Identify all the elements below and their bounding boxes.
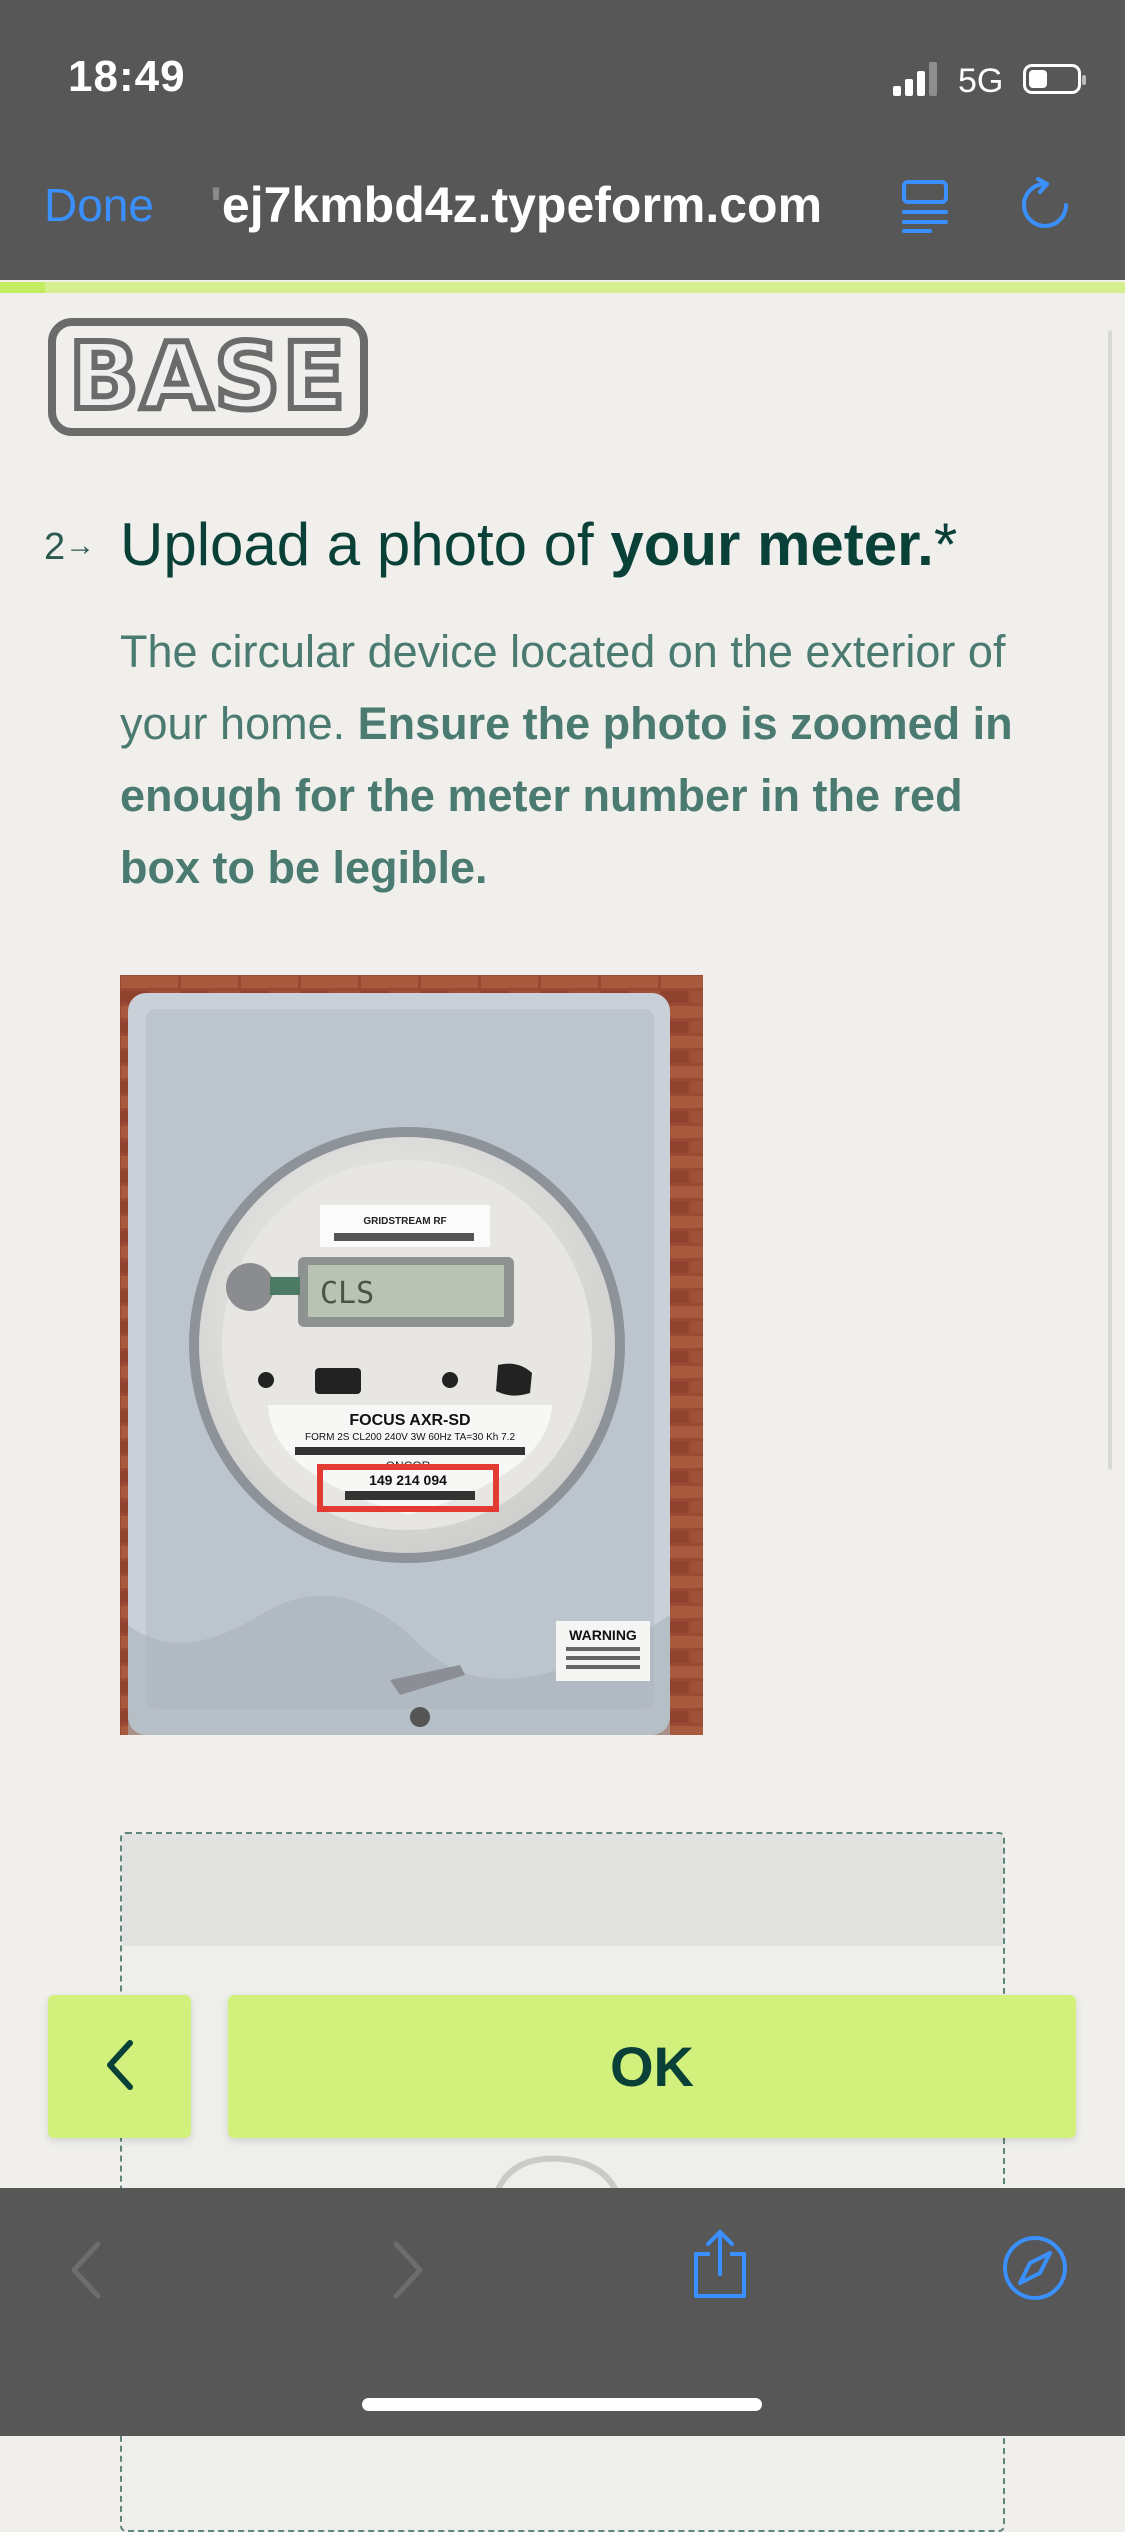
question-description: The circular device located on the exter… — [120, 616, 1020, 904]
status-bar: 18:49 5G — [0, 0, 1125, 150]
meter-number: 149 214 094 — [369, 1472, 447, 1488]
status-time: 18:49 — [68, 52, 186, 101]
chevron-left-icon — [106, 2040, 133, 2090]
ok-button[interactable]: OK — [228, 1995, 1076, 2138]
form-progress-bar — [0, 282, 1125, 293]
warning-sticker: WARNING — [569, 1627, 637, 1643]
meter-brand: GRIDSTREAM RF — [363, 1216, 446, 1227]
url-truncated-prefix: ' — [210, 177, 222, 233]
network-type: 5G — [958, 62, 1004, 100]
meter-model: FOCUS AXR-SD — [349, 1412, 470, 1429]
meter-example-image: GRIDSTREAM RF CLS FOCUS AXR-SD FORM 2S C… — [120, 975, 703, 1735]
forward-arrow-icon[interactable] — [386, 2238, 430, 2302]
home-indicator[interactable] — [362, 2398, 762, 2411]
question-arrow-icon: → — [65, 529, 96, 562]
back-arrow-icon[interactable] — [64, 2238, 108, 2302]
meter-spec: FORM 2S CL200 240V 3W 60Hz TA=30 Kh 7.2 — [305, 1432, 515, 1443]
done-button[interactable]: Done — [44, 178, 154, 232]
share-icon[interactable] — [688, 2226, 752, 2302]
compass-icon[interactable] — [1000, 2233, 1070, 2303]
signal-strength-icon — [893, 62, 937, 96]
reload-icon[interactable] — [1016, 176, 1074, 234]
scrollbar[interactable] — [1108, 330, 1112, 1470]
question-title: Upload a photo of your meter.* — [120, 510, 957, 579]
base-logo: BASE — [48, 318, 368, 436]
url-display[interactable]: 'ej7kmbd4z.typeform.com — [210, 176, 822, 234]
question-number-value: 2 — [44, 526, 66, 568]
question-title-normal: Upload a photo of — [120, 511, 611, 578]
reader-view-icon[interactable] — [900, 176, 950, 234]
logo-text: BASE — [66, 323, 348, 430]
question-number: 2→ — [44, 526, 95, 569]
url-text: ej7kmbd4z.typeform.com — [221, 177, 823, 233]
question-title-bold: your meter. — [610, 511, 934, 578]
back-button[interactable] — [48, 1995, 191, 2138]
required-mark: * — [933, 511, 958, 578]
battery-icon — [1023, 64, 1086, 94]
meter-lcd-display: CLS — [320, 1276, 374, 1311]
dropzone-header — [122, 1834, 1003, 1946]
form-progress-fill — [0, 282, 45, 293]
